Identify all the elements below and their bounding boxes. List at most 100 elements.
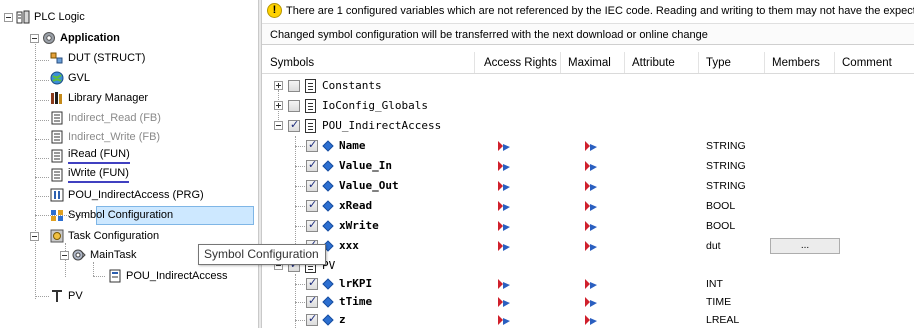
collapse-toggle[interactable] <box>30 34 39 43</box>
tree-item-plc-logic[interactable]: PLC Logic <box>0 8 200 26</box>
row-checkbox[interactable] <box>306 138 318 152</box>
maximal-read-write-icon <box>584 199 598 213</box>
column-header-maximal[interactable]: Maximal <box>568 54 611 72</box>
tree-item-indirect-write[interactable]: Indirect_Write (FB) <box>0 128 210 146</box>
column-separator <box>624 52 625 74</box>
access-rights-read-write-icon[interactable] <box>497 159 511 173</box>
variable-list-icon <box>305 99 316 113</box>
tree-item-label: Indirect_Write (FB) <box>68 131 161 143</box>
row-checkbox[interactable] <box>306 312 318 326</box>
tree-item-label: MainTask <box>90 249 137 261</box>
tree-item-main-task[interactable]: MainTask <box>0 246 210 264</box>
row-checkbox[interactable] <box>306 198 318 212</box>
table-row[interactable]: z LREAL <box>262 310 914 328</box>
column-header-access-rights[interactable]: Access Rights <box>484 54 557 72</box>
table-row[interactable]: lrKPI INT <box>262 274 914 294</box>
variable-icon <box>322 296 334 308</box>
tree-item-label: Indirect_Read (FB) <box>68 112 161 124</box>
tree-item-pou-indirect-access-call[interactable]: POU_IndirectAccess <box>0 267 240 285</box>
tree-item-application[interactable]: Application <box>0 29 200 47</box>
tree-item-label: Library Manager <box>68 92 149 104</box>
tree-item-gvl[interactable]: GVL <box>0 69 210 87</box>
collapse-toggle[interactable] <box>274 121 283 130</box>
tree-item-label: Application <box>60 32 120 44</box>
collapse-toggle[interactable] <box>4 13 13 22</box>
symbol-type: STRING <box>706 180 746 192</box>
symbol-configuration-editor: ! There are 1 configured variables which… <box>262 0 914 328</box>
symbol-name: xRead <box>339 199 373 212</box>
tree-item-label: POU_IndirectAccess <box>126 270 228 282</box>
row-checkbox[interactable] <box>306 276 318 290</box>
column-header-attribute[interactable]: Attribute <box>632 54 675 72</box>
tree-item-pv[interactable]: PV <box>0 287 210 305</box>
tree-item-iread[interactable]: iRead (FUN) <box>0 147 210 165</box>
access-rights-read-write-icon[interactable] <box>497 295 511 309</box>
symbol-name: Name <box>339 139 366 152</box>
row-checkbox[interactable] <box>306 218 318 232</box>
column-header-type[interactable]: Type <box>706 54 731 72</box>
row-checkbox[interactable] <box>306 294 318 308</box>
header-divider <box>262 73 914 74</box>
table-row[interactable]: tTime TIME <box>262 292 914 312</box>
column-header-members[interactable]: Members <box>772 54 820 72</box>
symbol-type: LREAL <box>706 314 740 326</box>
symbol-type: dut <box>706 240 721 252</box>
tree-item-symbol-configuration[interactable]: Symbol Configuration <box>0 206 254 224</box>
table-row[interactable]: xxx dut ... <box>262 236 914 256</box>
main-task-icon <box>72 248 86 262</box>
symbol-name: z <box>339 313 346 326</box>
table-row[interactable]: PV <box>262 256 914 276</box>
column-header-symbols[interactable]: Symbols <box>270 54 314 72</box>
maximal-read-write-icon <box>584 219 598 233</box>
collapse-toggle[interactable] <box>30 232 39 241</box>
tree-item-library-manager[interactable]: Library Manager <box>0 89 210 107</box>
tree-item-task-configuration[interactable]: Task Configuration <box>0 227 210 245</box>
tooltip: Symbol Configuration <box>198 244 326 265</box>
tree-item-iwrite[interactable]: iWrite (FUN) <box>0 166 210 184</box>
warning-text: There are 1 configured variables which a… <box>286 5 914 17</box>
row-checkbox[interactable] <box>288 118 300 132</box>
variable-icon <box>322 160 334 172</box>
symbol-name: tTime <box>339 295 373 308</box>
symbol-type: BOOL <box>706 220 736 232</box>
table-row[interactable]: Constants <box>262 76 914 96</box>
maximal-read-write-icon <box>584 159 598 173</box>
table-row[interactable]: POU_IndirectAccess <box>262 116 914 136</box>
symbol-name: POU_IndirectAccess <box>322 119 442 132</box>
symbol-name: lrKPI <box>339 277 373 290</box>
tree-item-pou-indirect-access-prg[interactable]: POU_IndirectAccess (PRG) <box>0 186 230 204</box>
pou-call-icon <box>108 269 122 283</box>
access-rights-read-write-icon[interactable] <box>497 313 511 327</box>
tree-item-label: PLC Logic <box>34 11 85 23</box>
row-checkbox[interactable] <box>288 100 300 112</box>
access-rights-read-write-icon[interactable] <box>497 139 511 153</box>
row-checkbox[interactable] <box>306 158 318 172</box>
table-row[interactable]: IoConfig_Globals <box>262 96 914 116</box>
column-header-comment[interactable]: Comment <box>842 54 892 72</box>
expand-toggle[interactable] <box>274 81 283 90</box>
access-rights-read-write-icon[interactable] <box>497 219 511 233</box>
column-separator <box>698 52 699 74</box>
warning-icon: ! <box>267 3 282 18</box>
table-row[interactable]: Value_In STRING <box>262 156 914 176</box>
access-rights-read-write-icon[interactable] <box>497 179 511 193</box>
collapse-toggle[interactable] <box>60 251 69 260</box>
row-checkbox[interactable] <box>306 178 318 192</box>
tree-item-dut[interactable]: DUT (STRUCT) <box>0 49 210 67</box>
members-button[interactable]: ... <box>770 238 840 254</box>
task-configuration-icon <box>50 229 64 243</box>
access-rights-read-write-icon[interactable] <box>497 277 511 291</box>
table-row[interactable]: Value_Out STRING <box>262 176 914 196</box>
symbol-name: IoConfig_Globals <box>322 99 428 112</box>
symbol-configuration-icon <box>50 208 64 222</box>
access-rights-read-write-icon[interactable] <box>497 239 511 253</box>
variable-icon <box>322 314 334 326</box>
table-row[interactable]: xRead BOOL <box>262 196 914 216</box>
table-row[interactable]: xWrite BOOL <box>262 216 914 236</box>
row-checkbox[interactable] <box>288 80 300 92</box>
expand-toggle[interactable] <box>274 101 283 110</box>
access-rights-read-write-icon[interactable] <box>497 199 511 213</box>
gvl-globe-icon <box>50 71 64 85</box>
tree-item-indirect-read[interactable]: Indirect_Read (FB) <box>0 109 210 127</box>
table-row[interactable]: Name STRING <box>262 136 914 156</box>
